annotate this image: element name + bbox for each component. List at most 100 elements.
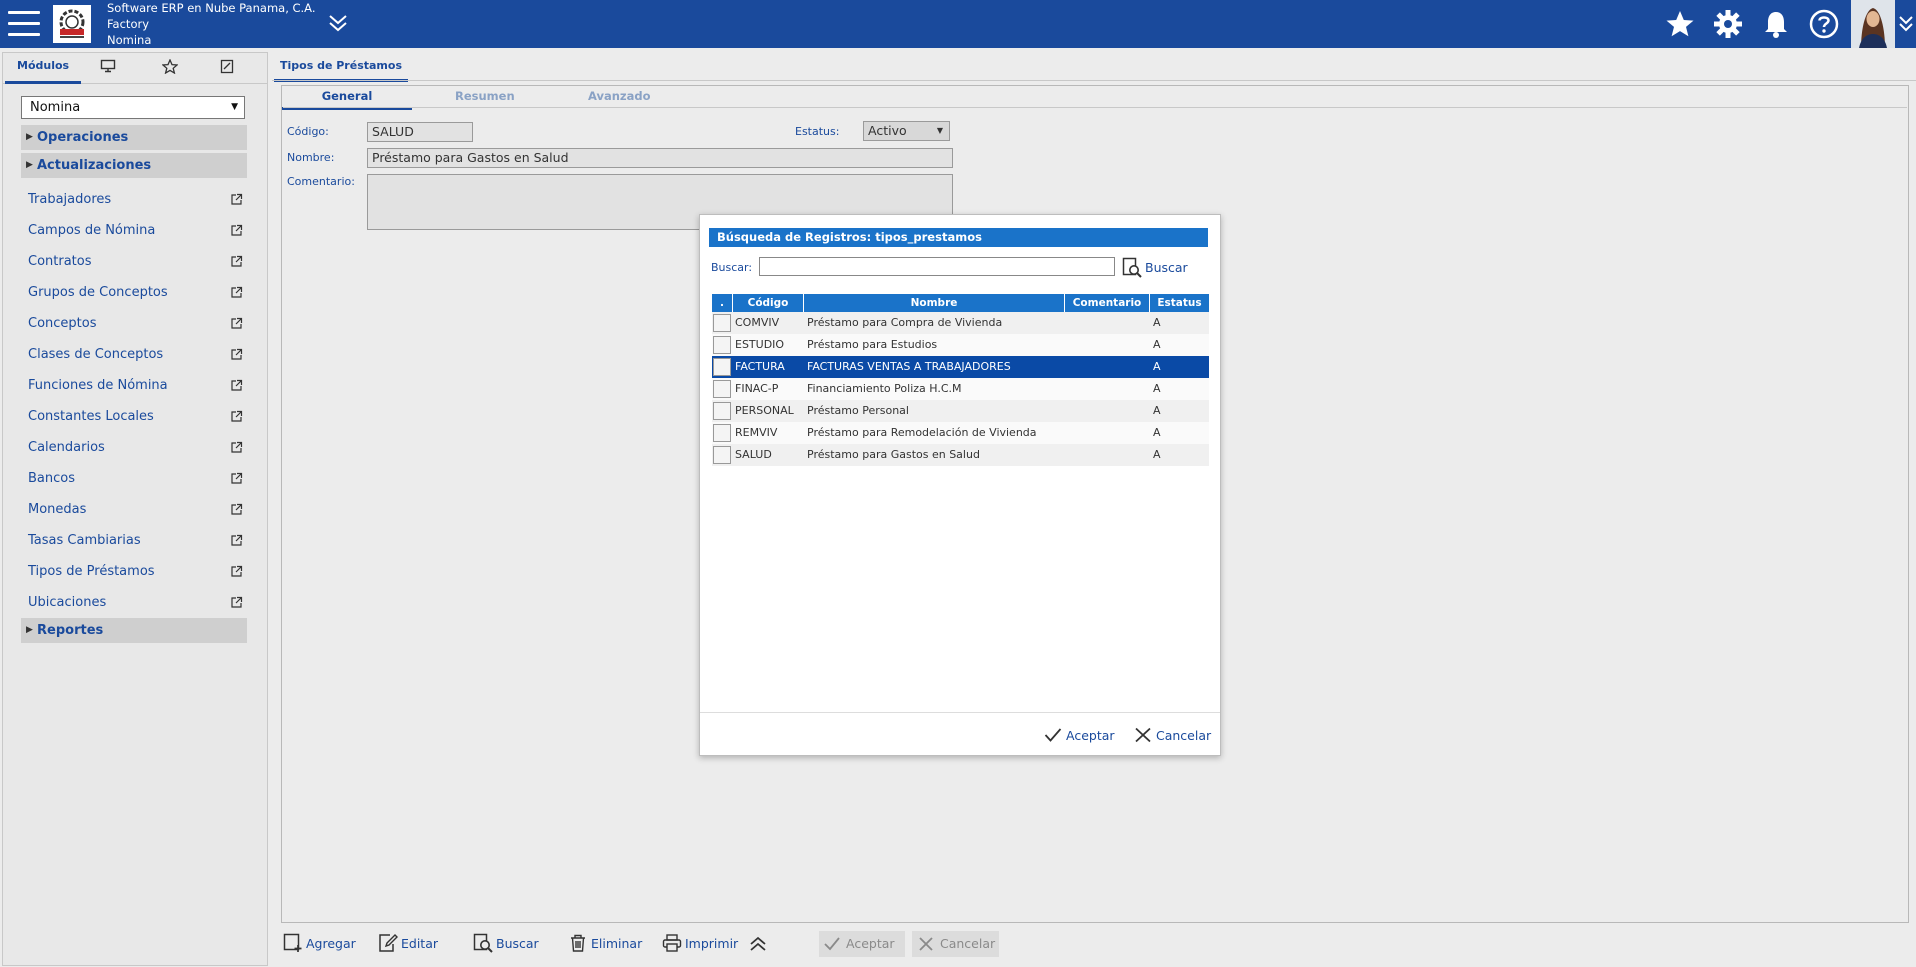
row-checkbox[interactable] <box>713 380 731 398</box>
estatus-select[interactable]: Activo ▼ <box>863 121 950 141</box>
notes-icon[interactable] <box>220 59 234 87</box>
sidebar-item-label: Ubicaciones <box>28 595 107 610</box>
aceptar-toolbar-button[interactable]: Aceptar <box>819 931 905 957</box>
cancelar-toolbar-button[interactable]: Cancelar <box>912 931 999 957</box>
table-row[interactable]: SALUD Préstamo para Gastos en Salud A <box>712 444 1209 466</box>
row-checkbox[interactable] <box>713 358 731 376</box>
table-row[interactable]: FACTURA FACTURAS VENTAS A TRABAJADORES A <box>712 356 1209 378</box>
subtab-resumen[interactable]: Resumen <box>455 87 515 107</box>
row-checkbox[interactable] <box>713 446 731 464</box>
table-row[interactable]: ESTUDIO Préstamo para Estudios A <box>712 334 1209 356</box>
editar-button[interactable]: Editar <box>378 931 443 957</box>
user-avatar[interactable] <box>1851 0 1895 48</box>
col-estatus[interactable]: Estatus <box>1150 294 1209 312</box>
sidebar-item[interactable]: Contratos <box>28 251 243 273</box>
cell-estatus: A <box>1153 338 1161 351</box>
help-icon[interactable] <box>1808 8 1840 40</box>
external-link-icon[interactable] <box>230 193 243 206</box>
table-row[interactable]: PERSONAL Préstamo Personal A <box>712 400 1209 422</box>
dialog-cancel-button[interactable]: Cancelar <box>1134 724 1214 746</box>
bell-icon[interactable] <box>1760 8 1792 40</box>
table-row[interactable]: REMVIV Préstamo para Remodelación de Vivi… <box>712 422 1209 444</box>
module-select[interactable]: Nomina ▼ <box>21 96 245 119</box>
sidebar-item[interactable]: Bancos <box>28 468 243 490</box>
sidebar-item[interactable]: Tipos de Préstamos <box>28 561 243 583</box>
sidebar-tabs: Módulos <box>3 53 267 84</box>
buscar-button[interactable]: Buscar <box>473 931 543 957</box>
tab-modules[interactable]: Módulos <box>5 53 82 84</box>
col-nombre[interactable]: Nombre <box>804 294 1065 312</box>
sidebar-item[interactable]: Monedas <box>28 499 243 521</box>
col-codigo[interactable]: Código <box>733 294 804 312</box>
external-link-icon[interactable] <box>230 348 243 361</box>
module-select-value: Nomina <box>30 100 81 115</box>
sidebar-item[interactable]: Constantes Locales <box>28 406 243 428</box>
close-icon <box>1134 727 1152 743</box>
sidebar-item[interactable]: Ubicaciones <box>28 592 243 614</box>
row-checkbox[interactable] <box>713 424 731 442</box>
star-icon[interactable] <box>1664 8 1696 40</box>
sidebar-item[interactable]: Funciones de Nómina <box>28 375 243 397</box>
nombre-label: Nombre: <box>287 151 335 164</box>
monitor-icon[interactable] <box>100 59 116 87</box>
row-checkbox[interactable] <box>713 402 731 420</box>
expand-triangle-icon: ▶ <box>26 625 33 635</box>
menu-icon[interactable] <box>8 11 40 37</box>
codigo-field[interactable]: SALUD <box>367 122 473 142</box>
col-select[interactable]: . <box>712 294 733 312</box>
sidebar-item[interactable]: Conceptos <box>28 313 243 335</box>
section-actualizaciones[interactable]: ▶ Actualizaciones <box>21 153 247 178</box>
chevron-down-icon[interactable] <box>1898 14 1914 34</box>
row-checkbox[interactable] <box>713 336 731 354</box>
row-checkbox[interactable] <box>713 314 731 332</box>
cell-comentario <box>1068 334 1148 356</box>
section-label: Operaciones <box>37 130 129 145</box>
external-link-icon[interactable] <box>230 503 243 516</box>
nombre-field[interactable]: Préstamo para Gastos en Salud <box>367 148 953 168</box>
imprimir-button[interactable]: Imprimir <box>662 931 742 957</box>
cell-codigo: FINAC-P <box>735 382 779 395</box>
dialog-search-input[interactable] <box>759 257 1115 276</box>
add-document-icon <box>283 933 303 953</box>
cell-nombre: Préstamo para Compra de Vivienda <box>807 316 1003 329</box>
agregar-button[interactable]: Agregar <box>283 931 363 957</box>
cell-codigo: ESTUDIO <box>735 338 785 351</box>
dialog-accept-label: Aceptar <box>1066 728 1115 743</box>
external-link-icon[interactable] <box>230 441 243 454</box>
imprimir-label: Imprimir <box>685 936 739 951</box>
external-link-icon[interactable] <box>230 317 243 330</box>
col-comentario[interactable]: Comentario <box>1065 294 1150 312</box>
double-chevron-up-icon[interactable] <box>748 935 768 953</box>
double-chevron-down-icon[interactable] <box>327 12 349 34</box>
sidebar-item[interactable]: Campos de Nómina <box>28 220 243 242</box>
external-link-icon[interactable] <box>230 255 243 268</box>
table-row[interactable]: FINAC-P Financiamiento Poliza H.C.M A <box>712 378 1209 400</box>
external-link-icon[interactable] <box>230 472 243 485</box>
eliminar-button[interactable]: Eliminar <box>568 931 643 957</box>
sidebar-item[interactable]: Tasas Cambiarias <box>28 530 243 552</box>
external-link-icon[interactable] <box>230 286 243 299</box>
sidebar-item[interactable]: Clases de Conceptos <box>28 344 243 366</box>
cell-nombre: Préstamo Personal <box>807 404 909 417</box>
sidebar-item[interactable]: Grupos de Conceptos <box>28 282 243 304</box>
subtab-avanzado[interactable]: Avanzado <box>588 87 651 107</box>
external-link-icon[interactable] <box>230 224 243 237</box>
external-link-icon[interactable] <box>230 596 243 609</box>
tab-tipos-de-prestamos[interactable]: Tipos de Préstamos <box>274 55 408 82</box>
search-records-dialog: Búsqueda de Registros: tipos_prestamos B… <box>699 214 1221 756</box>
external-link-icon[interactable] <box>230 534 243 547</box>
section-operaciones[interactable]: ▶ Operaciones <box>21 125 247 150</box>
sidebar-item[interactable]: Calendarios <box>28 437 243 459</box>
search-icon <box>1122 257 1142 279</box>
favorites-star-icon[interactable] <box>162 59 178 87</box>
expand-triangle-icon: ▶ <box>26 132 33 142</box>
gear-icon[interactable] <box>1712 8 1744 40</box>
table-row[interactable]: COMVIV Préstamo para Compra de Vivienda A <box>712 312 1209 334</box>
external-link-icon[interactable] <box>230 410 243 423</box>
sidebar-item[interactable]: Trabajadores <box>28 189 243 211</box>
external-link-icon[interactable] <box>230 565 243 578</box>
external-link-icon[interactable] <box>230 379 243 392</box>
section-reportes[interactable]: ▶ Reportes <box>21 618 247 643</box>
editar-label: Editar <box>401 936 439 951</box>
dialog-accept-button[interactable]: Aceptar <box>1044 724 1116 746</box>
